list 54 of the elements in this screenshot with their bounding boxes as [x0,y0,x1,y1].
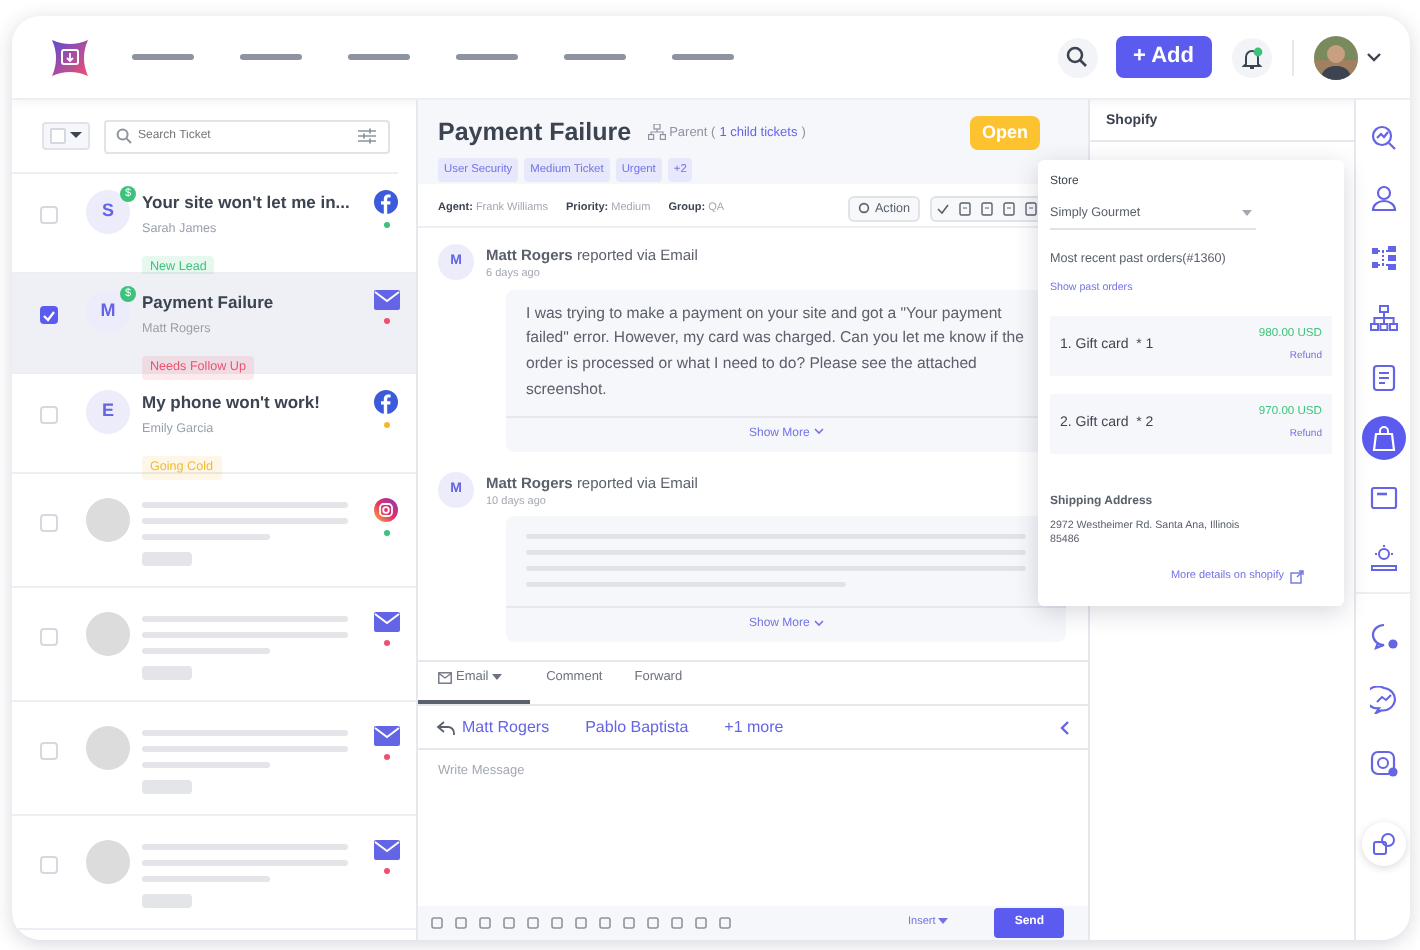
notification-button[interactable] [1232,37,1272,77]
nav-link[interactable] [348,54,410,60]
add-button[interactable]: + Add [1115,35,1212,79]
envelope-icon [438,671,452,684]
avatar-placeholder [86,726,130,770]
caret-icon [1242,209,1252,218]
chevron-down-icon [813,619,823,628]
nav-link[interactable] [240,54,302,60]
gear-icon [858,202,871,215]
recipient-name[interactable]: Matt Rogers [462,715,550,739]
nav-link[interactable] [132,54,194,60]
nav-link[interactable] [672,54,734,60]
envelope-icon [373,726,399,746]
nav-link[interactable] [456,54,518,60]
filter-icon[interactable] [358,128,376,144]
more-recipients-link[interactable]: +1 more [724,715,784,739]
caret-icon [70,132,82,140]
checkbox[interactable] [40,306,58,324]
search-icon [1066,46,1089,68]
envelope-icon [373,290,399,310]
user-avatar[interactable] [1314,35,1358,79]
avatar-placeholder [86,498,130,542]
ticket-heading: Payment Failure [438,116,632,150]
ticket-title: Your site won't let me in... [142,190,350,216]
avatar-placeholder [86,612,130,656]
avatar: E [86,390,130,434]
chevron-left-icon[interactable] [1060,719,1070,735]
check-icon[interactable] [936,202,950,216]
select-all-dropdown[interactable] [42,122,90,150]
recipient-name[interactable]: Pablo Baptista [585,715,689,739]
check-icon [42,309,56,321]
chevron-down-icon [813,428,823,437]
shopping-bag-icon[interactable] [1361,416,1405,460]
search-icon [116,128,132,144]
external-link-icon[interactable] [1290,569,1304,584]
reply-icon[interactable] [436,719,456,735]
ticket-title: Payment Failure [142,290,274,316]
caret-icon[interactable] [1366,51,1382,63]
facebook-icon [374,390,398,414]
avatar-placeholder [86,840,130,884]
help-icon [1371,832,1395,856]
instagram-icon [374,498,398,522]
logo-icon [48,35,92,79]
help-button[interactable] [1361,822,1405,866]
search-button[interactable] [1057,37,1098,77]
caret-icon [938,917,949,926]
hierarchy-icon [647,124,666,141]
envelope-icon [373,612,399,632]
ticket-title: My phone won't work! [142,390,320,416]
caret-icon [492,673,503,682]
status-badge: Open [969,115,1040,151]
facebook-icon [374,190,398,214]
nav-link[interactable] [564,54,626,60]
envelope-icon [373,840,399,860]
